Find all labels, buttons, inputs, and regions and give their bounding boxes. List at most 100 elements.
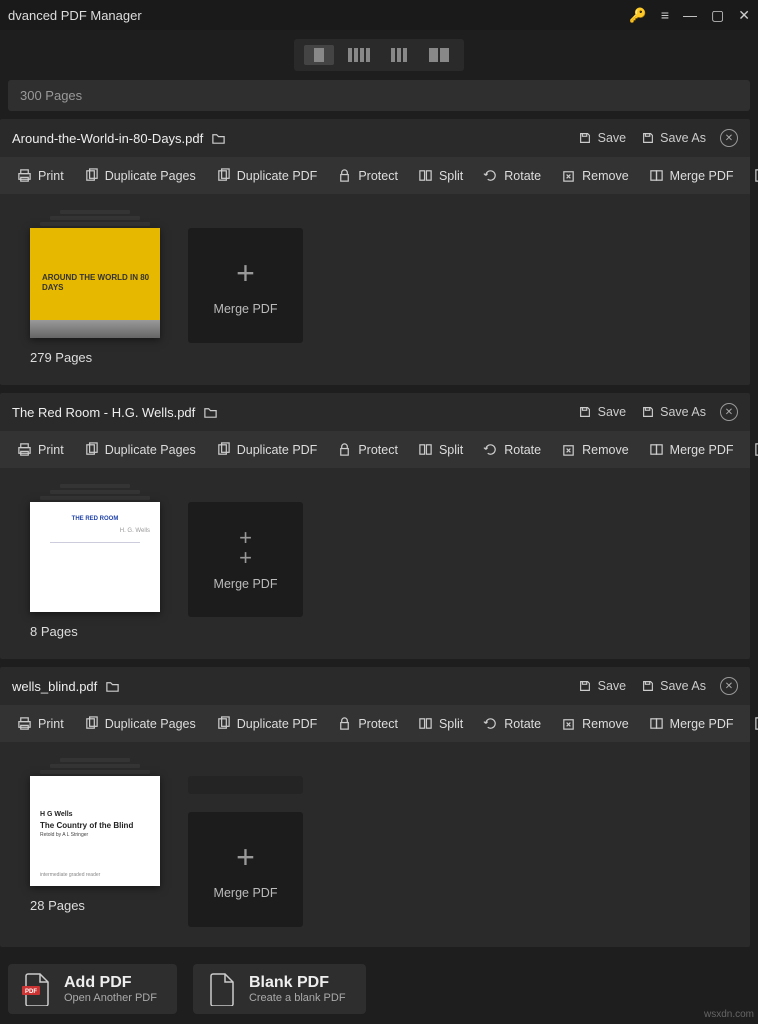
merge-icon [649,442,664,457]
select-all-button[interactable]: Select All [745,163,758,188]
duplicate-pages-button[interactable]: Duplicate Pages [75,437,205,462]
plus-icon: ++ [239,528,252,568]
document-filename: Around-the-World-in-80-Days.pdf [12,131,203,146]
print-icon [17,168,32,183]
merge-pdf-button[interactable]: Merge PDF [640,163,743,188]
minimize-button[interactable]: — [683,7,697,23]
protect-button[interactable]: Protect [328,163,407,188]
remove-button[interactable]: Remove [552,163,638,188]
protect-button[interactable]: Protect [328,711,407,736]
save-as-icon [640,405,655,420]
document-header: The Red Room - H.G. Wells.pdf Save Save … [0,393,750,431]
save-button[interactable]: Save [578,679,627,694]
page-stack: H G WellsThe Country of the BlindRetold … [30,758,160,888]
split-button[interactable]: Split [409,163,472,188]
page-thumbnail[interactable]: THE RED ROOMH. G. Wells [30,502,160,612]
remove-button[interactable]: Remove [552,437,638,462]
split-icon [418,442,433,457]
save-as-button[interactable]: Save As [640,679,706,694]
document-filename: wells_blind.pdf [12,679,97,694]
close-window-button[interactable]: ✕ [738,7,750,24]
page-thumbnail[interactable]: H G WellsThe Country of the BlindRetold … [30,776,160,886]
check-icon [754,716,758,731]
folder-icon[interactable] [203,405,218,420]
split-icon [418,716,433,731]
split-icon [418,168,433,183]
save-button[interactable]: Save [578,405,627,420]
titlebar: dvanced PDF Manager 🔑 ≡ — ▢ ✕ [0,0,758,30]
view-two[interactable] [424,45,454,65]
remove-icon [561,442,576,457]
print-button[interactable]: Print [8,711,73,736]
merge-pdf-button[interactable]: Merge PDF [640,437,743,462]
document-filename: The Red Room - H.G. Wells.pdf [12,405,195,420]
thumbnail-column: THE RED ROOMH. G. Wells 8 Pages [30,484,160,639]
merge-pdf-tile[interactable]: ++Merge PDF [188,502,303,617]
split-button[interactable]: Split [409,711,472,736]
dup-icon [216,442,231,457]
close-document-button[interactable]: ✕ [720,677,738,695]
duplicate-pdf-button[interactable]: Duplicate PDF [207,163,327,188]
add-pdf-button[interactable]: PDF Add PDF Open Another PDF [8,964,177,1014]
document-card: Around-the-World-in-80-Days.pdf Save Sav… [0,119,750,385]
key-icon[interactable]: 🔑 [629,7,646,24]
document-list[interactable]: 300 Pages Around-the-World-in-80-Days.pd… [0,80,758,954]
view-three[interactable] [384,45,414,65]
plus-icon: + [236,839,255,876]
rotate-button[interactable]: Rotate [474,711,550,736]
partial-document-card: 300 Pages [8,80,750,111]
document-header: wells_blind.pdf Save Save As ✕ [0,667,750,705]
print-button[interactable]: Print [8,163,73,188]
duplicate-pages-button[interactable]: Duplicate Pages [75,163,205,188]
print-icon [17,716,32,731]
dup-icon [216,716,231,731]
check-icon [754,442,758,457]
dup-icon [84,716,99,731]
maximize-button[interactable]: ▢ [711,7,724,24]
close-document-button[interactable]: ✕ [720,403,738,421]
print-button[interactable]: Print [8,437,73,462]
duplicate-pages-button[interactable]: Duplicate Pages [75,711,205,736]
save-button[interactable]: Save [578,131,627,146]
close-document-button[interactable]: ✕ [720,129,738,147]
page-stack: THE RED ROOMH. G. Wells [30,484,160,614]
duplicate-pdf-button[interactable]: Duplicate PDF [207,711,327,736]
dup-icon [84,168,99,183]
save-icon [578,405,593,420]
save-as-button[interactable]: Save As [640,405,706,420]
check-icon [754,168,758,183]
rotate-button[interactable]: Rotate [474,437,550,462]
view-single[interactable] [304,45,334,65]
document-card: wells_blind.pdf Save Save As ✕ PrintDupl… [0,667,750,947]
remove-button[interactable]: Remove [552,711,638,736]
split-button[interactable]: Split [409,437,472,462]
rotate-icon [483,442,498,457]
document-toolbar: PrintDuplicate PagesDuplicate PDFProtect… [0,705,750,742]
rotate-icon [483,716,498,731]
protect-button[interactable]: Protect [328,437,407,462]
rotate-button[interactable]: Rotate [474,163,550,188]
folder-icon[interactable] [211,131,226,146]
document-toolbar: PrintDuplicate PagesDuplicate PDFProtect… [0,431,750,468]
blank-pdf-title: Blank PDF [249,974,346,992]
document-body: THE RED ROOMH. G. Wells 8 Pages ++Merge … [0,468,750,659]
menu-icon[interactable]: ≡ [661,7,669,23]
blank-pdf-sub: Create a blank PDF [249,992,346,1004]
merge-pdf-tile[interactable]: +Merge PDF [188,228,303,343]
merge-pdf-tile[interactable]: +Merge PDF [188,812,303,927]
select-all-button[interactable]: Select All [745,711,758,736]
footer: PDF Add PDF Open Another PDF Blank PDF C… [0,954,758,1024]
view-switcher [0,30,758,80]
merge-pdf-button[interactable]: Merge PDF [640,711,743,736]
plus-icon: + [236,255,255,292]
duplicate-pdf-button[interactable]: Duplicate PDF [207,437,327,462]
merge-icon [649,168,664,183]
save-as-button[interactable]: Save As [640,131,706,146]
folder-icon[interactable] [105,679,120,694]
ghost-tile [188,776,303,794]
view-four[interactable] [344,45,374,65]
select-all-button[interactable]: Select All [745,437,758,462]
document-toolbar: PrintDuplicate PagesDuplicate PDFProtect… [0,157,750,194]
page-thumbnail[interactable]: AROUND THE WORLD IN 80 DAYS [30,228,160,338]
blank-pdf-button[interactable]: Blank PDF Create a blank PDF [193,964,366,1014]
